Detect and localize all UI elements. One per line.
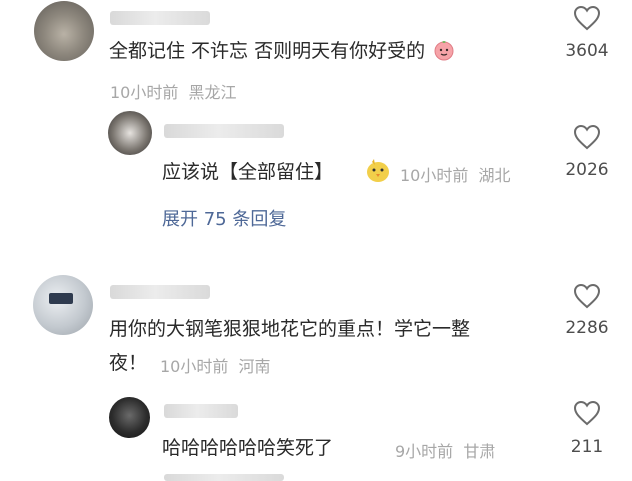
avatar[interactable] [108,111,152,155]
peach-face-emoji [433,39,455,61]
comment-meta: 9小时前 甘肃 [395,442,496,461]
like-count: 2286 [565,318,609,338]
like-count: 3604 [565,41,609,61]
comment-text: 哈哈哈哈哈哈笑死了 [162,437,334,459]
redacted-username [110,285,210,299]
avatar[interactable] [33,275,93,335]
comment-text: 用你的大钢笔狠狠地花它的重点！学它一整 [109,318,471,340]
redacted-username [164,124,284,138]
comment-meta: 10小时前 湖北 [400,166,511,185]
heart-outline-icon[interactable] [573,283,601,309]
avatar[interactable] [34,1,94,61]
comment-text-continued: 夜！ [109,352,148,374]
expand-replies-link[interactable]: 展开 75 条回复 [162,205,286,231]
like-count: 211 [570,437,604,457]
avatar-badge [49,293,73,304]
avatar[interactable] [109,397,150,438]
comment-meta: 10小时前 河南 [160,357,271,376]
redacted-username [110,11,210,25]
like-count: 2026 [565,160,609,180]
yellow-bird-emoji [364,156,392,184]
comment-meta: 10小时前 黑龙江 [110,83,237,102]
heart-outline-icon[interactable] [573,5,601,31]
cutoff-content [164,474,284,481]
redacted-username [164,404,238,418]
heart-outline-icon[interactable] [573,400,601,426]
comment-text: 全都记住 不许忘 否则明天有你好受的 [109,39,455,63]
heart-outline-icon[interactable] [573,124,601,150]
comment-text: 应该说【全部留住】 [162,161,334,183]
